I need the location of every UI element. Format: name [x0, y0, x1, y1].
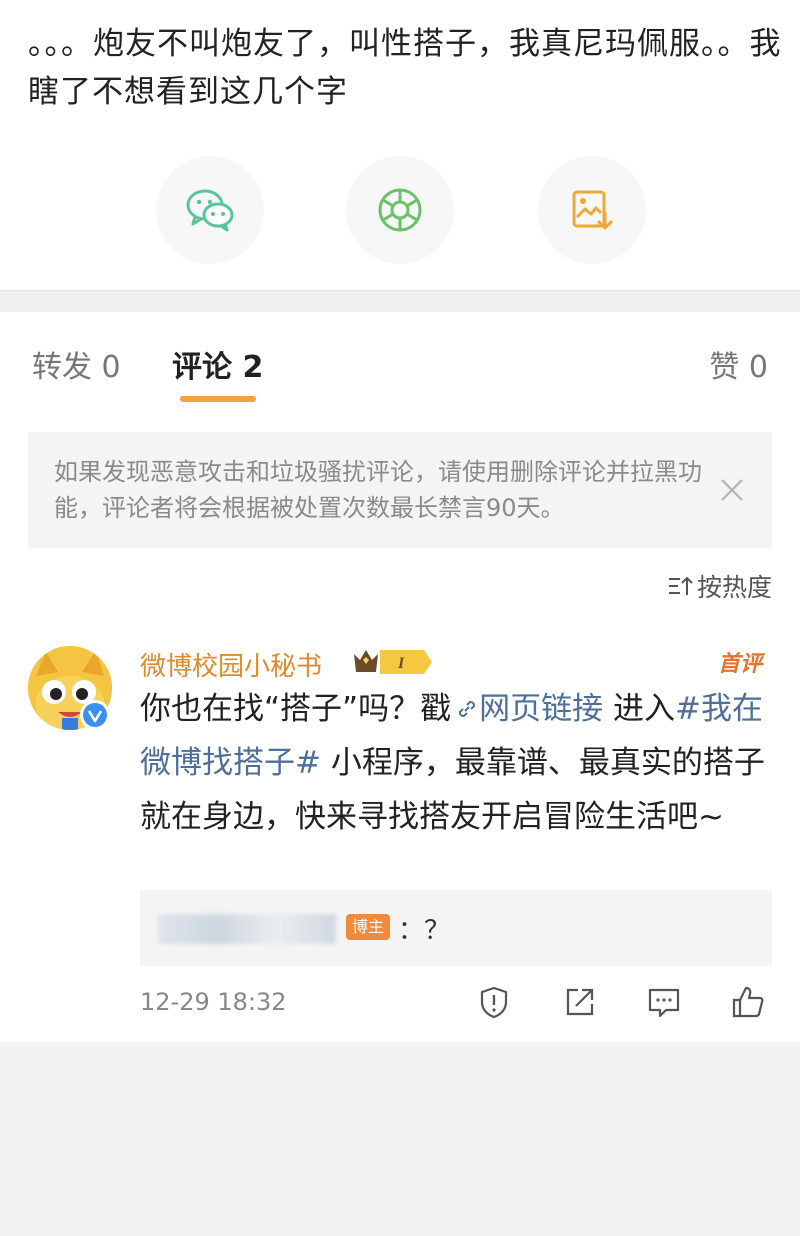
author-tag: 博主: [346, 914, 390, 940]
share-wechat-button[interactable]: [156, 156, 264, 264]
tab-repost[interactable]: 转发 0: [32, 342, 121, 386]
post-text: 。。。炮友不叫炮友了，叫性搭子，我真尼玛佩服。。我瞎了不想看到这几个字: [28, 26, 782, 110]
save-image-button[interactable]: [538, 156, 646, 264]
comment-text-middle: 进入: [603, 691, 675, 727]
close-icon[interactable]: [718, 476, 746, 504]
badge-level: I: [397, 655, 405, 672]
web-link[interactable]: 网页链接: [479, 691, 603, 727]
wechat-icon: [186, 189, 234, 232]
link-icon: [459, 700, 476, 718]
verified-badge: [80, 700, 110, 730]
moments-icon: [378, 188, 422, 232]
top-comment-tag: 首评: [717, 652, 762, 677]
sort-label: 按热度: [696, 573, 772, 602]
share-moments-button[interactable]: [346, 156, 454, 264]
comment-text-before: 你也在找“搭子”吗？戳: [140, 691, 452, 727]
comment-username[interactable]: 微博校园小秘书: [140, 646, 322, 683]
member-badge: I: [354, 650, 432, 674]
verified-icon: [83, 703, 107, 727]
moderation-notice: 如果发现恶意攻击和垃圾骚扰评论，请使用删除评论并拉黑功能，评论者将会根据被处置次…: [28, 432, 772, 548]
notice-text: 如果发现恶意攻击和垃圾骚扰评论，请使用删除评论并拉黑功能，评论者将会根据被处置次…: [54, 458, 702, 522]
tab-likes[interactable]: 赞 0: [709, 342, 768, 386]
reply-text: ：？: [398, 916, 451, 946]
reply-preview[interactable]: 博主 ：？: [140, 890, 772, 966]
active-tab-indicator: [180, 396, 256, 402]
share-icon[interactable]: [562, 984, 598, 1020]
tab-comments[interactable]: 评论 2: [172, 342, 263, 386]
section-divider: [0, 290, 800, 313]
save-image-icon: [572, 190, 613, 230]
comment-time: 12-29 18:32: [140, 988, 287, 1016]
post-section: 。。。炮友不叫炮友了，叫性搭子，我真尼玛佩服。。我瞎了不想看到这几个字: [0, 0, 800, 290]
comment-body: 你也在找“搭子”吗？戳 网页链接 进入#我在微博找搭子# 小程序，最靠谱、最真实的…: [140, 682, 776, 844]
sort-button[interactable]: 按热度: [667, 568, 772, 604]
comments-section: 如果发现恶意攻击和垃圾骚扰评论，请使用删除评论并拉黑功能，评论者将会根据被处置次…: [0, 410, 800, 1042]
reply-username-blurred: [158, 914, 336, 944]
comment-icon[interactable]: [646, 984, 682, 1020]
empty-area: [0, 1042, 800, 1236]
report-icon[interactable]: [476, 984, 512, 1020]
tab-bar: 转发 0 评论 2 赞 0: [0, 312, 800, 411]
like-icon[interactable]: [730, 984, 766, 1020]
sort-icon: [668, 576, 693, 595]
